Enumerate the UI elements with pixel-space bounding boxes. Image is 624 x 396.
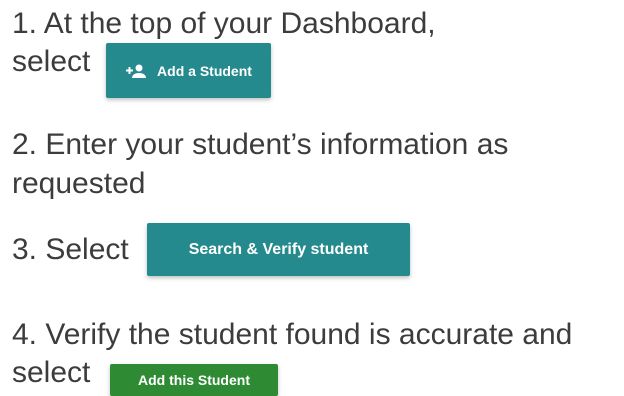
step-2-text-continued: requested: [12, 167, 146, 200]
add-a-student-button[interactable]: Add a Student: [106, 43, 271, 98]
step-4-select-text: select: [12, 356, 91, 389]
step-3-text: 3. Select: [12, 233, 129, 266]
add-person-icon: [125, 63, 149, 79]
step-1-select-text: select: [12, 45, 91, 78]
search-verify-student-label: Search & Verify student: [188, 240, 369, 258]
step-2-text: 2. Enter your student’s information as: [12, 128, 509, 161]
step-1-text: 1. At the top of your Dashboard,: [12, 7, 436, 40]
add-this-student-label: Add this Student: [138, 372, 250, 388]
add-this-student-button[interactable]: Add this Student: [110, 364, 278, 396]
step-4-text: 4. Verify the student found is accurate …: [12, 318, 573, 351]
add-a-student-label: Add a Student: [157, 62, 252, 79]
search-verify-student-button[interactable]: Search & Verify student: [147, 223, 410, 276]
